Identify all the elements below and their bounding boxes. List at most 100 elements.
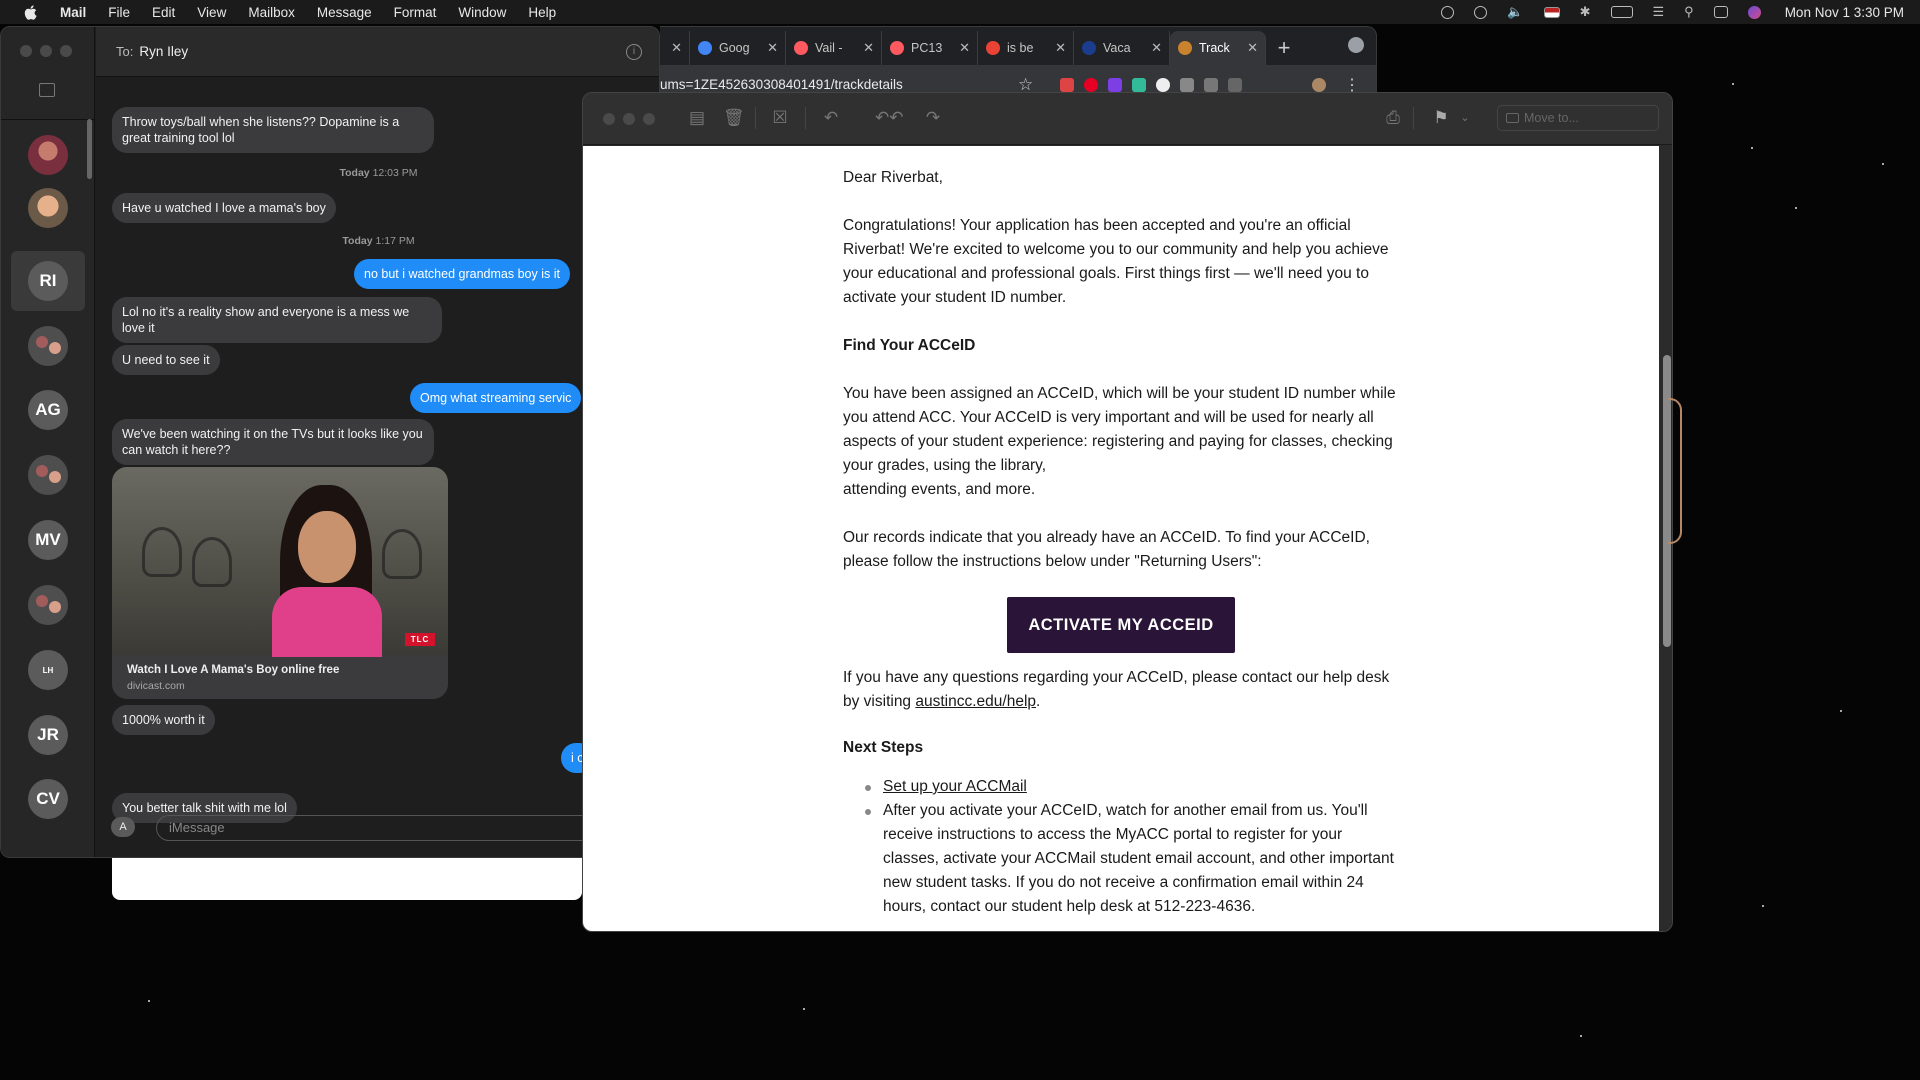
browser-tab[interactable]: PC13 ✕ xyxy=(882,31,978,65)
extension-icon[interactable] xyxy=(1132,78,1146,92)
reply-all-icon[interactable]: ↶↶ xyxy=(875,109,904,127)
menu-mailbox[interactable]: Mailbox xyxy=(248,5,295,20)
compose-icon[interactable] xyxy=(39,83,55,97)
conversation-item[interactable] xyxy=(11,178,85,238)
conversation-item[interactable] xyxy=(11,445,85,505)
incoming-message[interactable]: Lol no it's a reality show and everyone … xyxy=(112,297,442,343)
person-clothing xyxy=(272,587,382,657)
battery-icon[interactable] xyxy=(1610,6,1633,18)
browser-tab[interactable]: is be ✕ xyxy=(978,31,1074,65)
browser-tab[interactable]: Vaca ✕ xyxy=(1074,31,1170,65)
tab-search-icon[interactable] xyxy=(1348,37,1364,53)
archive-icon[interactable]: ▤ xyxy=(687,109,707,127)
status-app-icon[interactable] xyxy=(1441,5,1455,19)
control-center-icon[interactable] xyxy=(1713,6,1728,18)
browser-tab-active[interactable]: Track ✕ xyxy=(1170,31,1266,65)
close-tab-icon[interactable]: ✕ xyxy=(671,40,682,56)
close-tab-icon[interactable]: ✕ xyxy=(1247,40,1258,56)
conversation-item[interactable]: AG xyxy=(11,380,85,440)
browser-tab[interactable]: Vail - ✕ xyxy=(786,31,882,65)
conversation-item[interactable] xyxy=(11,125,85,185)
extension-icon[interactable] xyxy=(1156,78,1170,92)
incoming-message[interactable]: Throw toys/ball when she listens?? Dopam… xyxy=(112,107,434,153)
accmail-setup-link[interactable]: Set up your ACCMail xyxy=(883,778,1027,795)
forward-icon[interactable]: ↷ xyxy=(923,109,943,127)
conversation-item[interactable] xyxy=(11,575,85,635)
browser-tab[interactable]: Goog ✕ xyxy=(690,31,786,65)
messages-window: RI AG MV LH JR CV To: Ryn Iley i Throw t… xyxy=(0,26,660,858)
extension-icon[interactable] xyxy=(1180,78,1194,92)
sidebar-scrollbar[interactable] xyxy=(87,119,92,179)
close-tab-icon[interactable]: ✕ xyxy=(1055,40,1066,56)
close-window-button[interactable] xyxy=(20,45,32,57)
recipient-name[interactable]: Ryn Iley xyxy=(139,44,188,59)
spotlight-search-icon[interactable]: ⚲ xyxy=(1684,4,1694,20)
incoming-message[interactable]: We've been watching it on the TVs but it… xyxy=(112,419,434,465)
app-store-button[interactable]: A xyxy=(111,817,135,837)
menu-app-mail[interactable]: Mail xyxy=(60,5,86,20)
menu-window[interactable]: Window xyxy=(458,5,506,20)
play-icon[interactable] xyxy=(1474,5,1488,19)
volume-icon[interactable]: 🔈 xyxy=(1507,4,1523,20)
trash-icon[interactable]: 🗑 xyxy=(723,109,745,127)
junk-icon[interactable]: ☒ xyxy=(770,109,790,127)
close-tab-icon[interactable]: ✕ xyxy=(863,40,874,56)
profile-avatar[interactable] xyxy=(1312,78,1326,92)
group-avatar xyxy=(28,585,68,625)
info-icon[interactable]: i xyxy=(626,44,642,60)
pinterest-icon[interactable] xyxy=(1084,78,1098,92)
reading-list-icon[interactable] xyxy=(1228,78,1242,92)
bluetooth-icon[interactable]: ✱ xyxy=(1580,4,1591,20)
toolbar-divider xyxy=(1413,107,1414,129)
incoming-message[interactable]: 1000% worth it xyxy=(112,705,215,735)
conversation-item-selected[interactable]: RI xyxy=(11,251,85,311)
close-tab-icon[interactable]: ✕ xyxy=(1151,40,1162,56)
zoom-window-button[interactable] xyxy=(60,45,72,57)
activate-acceid-button[interactable]: ACTIVATE MY ACCEID xyxy=(1007,597,1235,653)
conversation-header: To: Ryn Iley i xyxy=(96,27,659,77)
zoom-window-button[interactable] xyxy=(643,113,655,125)
conversation-item[interactable]: MV xyxy=(11,510,85,570)
conversation-item[interactable]: LH xyxy=(11,640,85,700)
menu-file[interactable]: File xyxy=(108,5,130,20)
outgoing-message[interactable]: Omg what streaming servic xyxy=(410,383,582,413)
extension-icon[interactable] xyxy=(1060,78,1074,92)
mail-toolbar: ▤ 🗑 ☒ ↶ ↶↶ ↷ ⎙ ⚑ ⌄ Move to... xyxy=(583,93,1672,145)
new-tab-button[interactable]: + xyxy=(1266,31,1302,65)
conversation-item[interactable]: JR xyxy=(11,705,85,765)
minimize-window-button[interactable] xyxy=(623,113,635,125)
menu-help[interactable]: Help xyxy=(528,5,556,20)
menu-message[interactable]: Message xyxy=(317,5,372,20)
timestamp-time: 12:03 PM xyxy=(372,167,418,179)
message-transcript[interactable]: Throw toys/ball when she listens?? Dopam… xyxy=(96,77,659,837)
move-to-dropdown[interactable]: Move to... xyxy=(1497,105,1659,131)
close-tab-icon[interactable]: ✕ xyxy=(959,40,970,56)
outgoing-message[interactable]: no but i watched grandmas boy is it xyxy=(354,259,570,289)
conversation-item[interactable] xyxy=(11,316,85,376)
puzzle-icon[interactable] xyxy=(1204,78,1218,92)
minimize-window-button[interactable] xyxy=(40,45,52,57)
print-icon[interactable]: ⎙ xyxy=(1383,109,1403,127)
wifi-icon[interactable]: ☰ xyxy=(1653,4,1665,20)
address-bar[interactable]: ums=1ZE452630308401491/trackdetails xyxy=(660,77,903,92)
flag-icon[interactable]: ⚑ xyxy=(1431,109,1451,127)
menu-format[interactable]: Format xyxy=(394,5,437,20)
help-link[interactable]: austincc.edu/help xyxy=(915,693,1036,710)
menu-edit[interactable]: Edit xyxy=(152,5,175,20)
menubar-clock[interactable]: Mon Nov 1 3:30 PM xyxy=(1785,5,1904,20)
tab-partial[interactable]: ✕ xyxy=(660,31,690,65)
link-preview-card[interactable]: TLC Watch I Love A Mama's Boy online fre… xyxy=(112,467,448,699)
chevron-down-icon[interactable]: ⌄ xyxy=(1455,109,1475,127)
reply-icon[interactable]: ↶ xyxy=(821,109,841,127)
close-tab-icon[interactable]: ✕ xyxy=(767,40,778,56)
extension-icon[interactable] xyxy=(1108,78,1122,92)
apple-icon[interactable] xyxy=(18,0,42,24)
incoming-message[interactable]: U need to see it xyxy=(112,345,220,375)
group-avatar xyxy=(28,326,68,366)
flag-icon[interactable] xyxy=(1543,6,1560,18)
menu-view[interactable]: View xyxy=(197,5,226,20)
siri-icon[interactable] xyxy=(1747,5,1761,19)
incoming-message[interactable]: Have u watched I love a mama's boy xyxy=(112,193,336,223)
conversation-item[interactable]: CV xyxy=(11,769,85,829)
close-window-button[interactable] xyxy=(603,113,615,125)
